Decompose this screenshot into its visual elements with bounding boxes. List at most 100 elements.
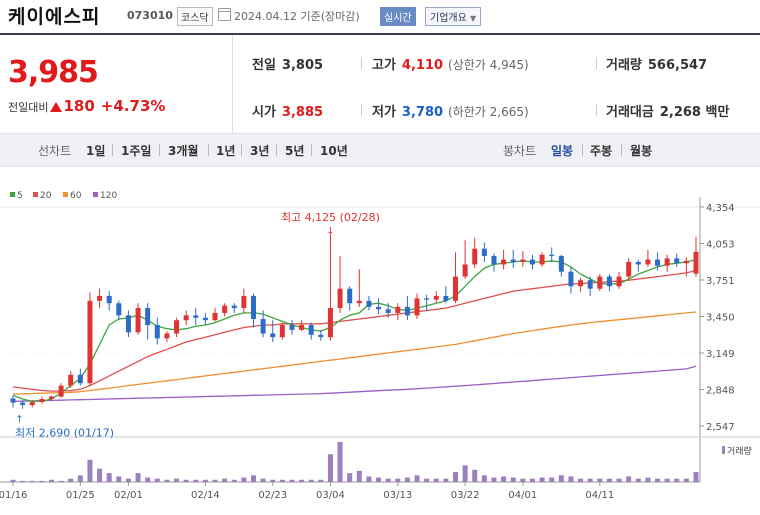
- candle-body: [20, 402, 26, 406]
- x-tick-label: 02/01: [114, 490, 143, 501]
- volume-bar: [433, 478, 439, 482]
- volume-bar: [39, 480, 45, 482]
- volume-bar: [395, 478, 401, 482]
- y-tick-label: 4,053: [706, 240, 735, 251]
- legend-label: 20: [40, 191, 52, 201]
- volume-bar: [366, 476, 372, 482]
- candle-body: [693, 251, 699, 274]
- volume-bar: [337, 442, 343, 482]
- candle-body: [645, 259, 651, 265]
- candle-body: [289, 325, 295, 330]
- volume-bar: [10, 479, 16, 482]
- candle-body: [212, 312, 218, 321]
- volume-bar: [664, 478, 670, 482]
- y-tick-label: 2,547: [706, 422, 735, 433]
- volume-bar: [222, 478, 228, 482]
- candle-body: [356, 300, 362, 304]
- volume-label: 거래량: [727, 445, 752, 457]
- legend-swatch: [63, 192, 68, 197]
- low-annotation: 최저 2,690 (01/17): [15, 427, 114, 440]
- volume-bar: [289, 479, 295, 482]
- candle-body: [106, 295, 112, 304]
- candle-body: [376, 306, 382, 310]
- volume-bar: [443, 478, 449, 482]
- volume-bar: [308, 479, 314, 482]
- candle-body: [145, 308, 151, 326]
- candle-body: [587, 280, 593, 289]
- x-tick-label: 03/22: [451, 490, 480, 501]
- volume-bar: [174, 478, 180, 482]
- candle-body: [395, 306, 401, 313]
- volume-bar: [510, 477, 516, 482]
- volume-bar: [578, 478, 584, 482]
- legend-label: 60: [70, 191, 82, 201]
- volume-bar: [414, 475, 420, 482]
- volume-bar: [48, 479, 54, 482]
- candle-body: [183, 315, 189, 321]
- candle-body: [597, 276, 603, 289]
- volume-bar: [231, 479, 237, 482]
- down-arrow-icon: ↓: [326, 226, 334, 237]
- candle-body: [68, 374, 74, 386]
- volume-bar: [491, 477, 497, 482]
- candle-body: [529, 259, 535, 265]
- candle-body: [154, 325, 160, 339]
- candle-body: [433, 295, 439, 300]
- candle-body: [202, 317, 208, 321]
- candle-body: [308, 325, 314, 335]
- volume-bar: [529, 478, 535, 482]
- volume-bar: [645, 477, 651, 482]
- legend-label: 120: [100, 191, 117, 201]
- up-arrow-icon: ↑: [15, 415, 23, 426]
- candle-body: [250, 295, 256, 319]
- candle-body: [385, 309, 391, 313]
- candle-body: [135, 308, 141, 333]
- candle-body: [125, 315, 131, 333]
- candle-body: [39, 398, 45, 403]
- ma120-line: [12, 365, 697, 403]
- volume-bar: [549, 477, 555, 482]
- candle-body: [347, 288, 353, 304]
- candle-body: [97, 295, 103, 301]
- volume-bar: [279, 479, 285, 482]
- volume-bar: [270, 479, 276, 482]
- legend-swatch: [10, 192, 15, 197]
- candle-body: [578, 280, 584, 287]
- candle-body: [10, 398, 16, 403]
- legend-swatch: [93, 192, 98, 197]
- candle-body: [462, 264, 468, 277]
- volume-bar: [87, 459, 93, 482]
- volume-bar: [655, 478, 661, 482]
- volume-bar: [616, 478, 622, 482]
- candle-body: [655, 259, 661, 266]
- candle-body: [626, 262, 632, 277]
- volume-bar: [183, 479, 189, 482]
- volume-bar: [424, 478, 430, 482]
- candle-body: [337, 288, 343, 309]
- volume-bar: [693, 472, 699, 482]
- candle-body: [481, 248, 487, 256]
- volume-bar: [635, 478, 641, 482]
- volume-bar: [58, 480, 64, 482]
- candle-body: [664, 258, 670, 266]
- volume-bar: [193, 479, 199, 482]
- legend-label: 5: [17, 191, 23, 201]
- volume-bar: [20, 480, 26, 482]
- high-annotation: 최고 4,125 (02/28): [281, 211, 380, 224]
- candle-body: [558, 255, 564, 272]
- candle-body: [683, 260, 689, 264]
- volume-legend-swatch: [722, 446, 725, 454]
- volume-bar: [250, 475, 256, 482]
- y-tick-label: 4,354: [706, 203, 735, 214]
- candlestick-chart: 4,354 4,053 3,751 3,450 3,149 2,848 2,547 5 20 60…: [0, 191, 760, 501]
- candle-body: [510, 259, 516, 263]
- volume-bar: [626, 476, 632, 482]
- x-tick-label: 01/25: [66, 490, 95, 501]
- candle-body: [424, 298, 430, 300]
- volume-bar: [539, 477, 545, 482]
- candle-body: [366, 300, 372, 307]
- legend-swatch: [33, 192, 38, 197]
- volume-bar: [77, 475, 83, 482]
- candle-body: [453, 276, 459, 301]
- candle-body: [674, 258, 680, 264]
